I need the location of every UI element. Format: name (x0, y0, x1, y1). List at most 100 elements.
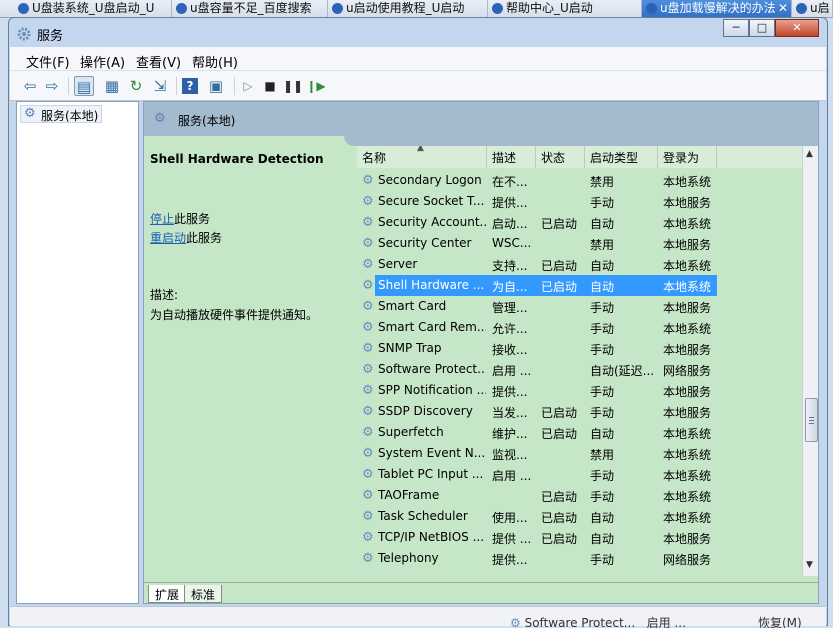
table-row[interactable]: ⚙ SSDP Discovery 当发... 已启动 手动 本地服务 (357, 401, 802, 422)
tab-standard[interactable]: 标准 (184, 585, 223, 603)
export-list-icon[interactable]: ⇲ (150, 76, 170, 96)
tab-extended[interactable]: 扩展 (148, 585, 187, 603)
browser-tab[interactable]: U盘装系统_U盘启动_U (14, 0, 172, 18)
cell-status: 已启动 (541, 217, 578, 231)
view-panel-icon[interactable]: ▣ (206, 76, 226, 96)
table-row[interactable]: ⚙ System Event N... 监视... 禁用 本地系统 (357, 443, 802, 464)
pause-service-icon[interactable]: ❚❚ (283, 76, 303, 96)
browser-tab[interactable]: u盘容量不足_百度搜索 (172, 0, 328, 18)
column-header-name[interactable]: ▲ 名称 (357, 146, 487, 168)
toolbar-separator (68, 77, 69, 95)
table-row[interactable]: ⚙ Secure Socket T... 提供... 手动 本地服务 (357, 191, 802, 212)
column-header-logon[interactable]: 登录为 (658, 146, 717, 168)
tree-item-services-local[interactable]: ⚙ 服务(本地) (20, 105, 103, 123)
table-row[interactable]: ⚙ Superfetch 维护... 已启动 自动 本地系统 (357, 422, 802, 443)
service-gear-icon: ⚙ (362, 425, 374, 440)
table-row[interactable]: ⚙ Security Center WSC... 禁用 本地服务 (357, 233, 802, 254)
table-row[interactable]: ⚙ Tablet PC Input ... 启用 ... 手动 本地系统 (357, 464, 802, 485)
cell-logon: 本地服务 (663, 301, 712, 315)
browser-tab-active[interactable]: u盘加载慢解决的办法 ✕ (642, 0, 792, 18)
browser-tab-label: U盘装系统_U盘启动_U (32, 1, 155, 15)
maximize-button[interactable]: □ (749, 19, 775, 37)
service-gear-icon: ⚙ (362, 236, 374, 251)
scroll-grip (809, 423, 814, 424)
back-arrow-icon[interactable]: ⇦ (20, 76, 40, 96)
cell-name: Tablet PC Input ... (378, 467, 484, 481)
cell-name: TCP/IP NetBIOS ... (378, 530, 485, 544)
column-header-label: 描述 (492, 151, 517, 165)
cell-desc: 提供 ... (492, 532, 532, 546)
cell-logon: 本地系统 (663, 448, 712, 462)
table-row[interactable]: ⚙ Software Protect... 启用 ... 自动(延迟... 网络服务 (357, 359, 802, 380)
table-row[interactable]: ⚙ SPP Notification ... 提供... 手动 本地服务 (357, 380, 802, 401)
close-button[interactable]: ✕ (775, 19, 819, 37)
column-header-desc[interactable]: 描述 (487, 146, 536, 168)
column-header-status[interactable]: 状态 (536, 146, 585, 168)
cell-name: Secondary Logon (378, 173, 482, 187)
stop-service-link[interactable]: 停止 (150, 212, 174, 226)
service-gear-icon: ⚙ (362, 362, 374, 377)
column-header-label: 状态 (541, 151, 566, 165)
tree-item-label: 服务(本地) (41, 109, 99, 123)
services-gear-icon (17, 27, 31, 41)
properties-icon[interactable]: ▦ (102, 76, 122, 96)
browser-tab-label: u盘容量不足_百度搜索 (190, 1, 312, 15)
site-favicon-icon (332, 3, 343, 14)
cell-status: 已启动 (541, 490, 578, 504)
help-icon[interactable]: ? (182, 78, 198, 94)
table-row[interactable]: ⚙ TCP/IP NetBIOS ... 提供 ... 已启动 自动 本地服务 (357, 527, 802, 548)
cell-logon: 本地系统 (663, 259, 712, 273)
browser-tab[interactable]: u启 (792, 0, 833, 18)
title-bar[interactable]: 服务 ─ □ ✕ (9, 18, 827, 46)
browser-tab[interactable]: u启动使用教程_U启动 (328, 0, 488, 18)
tab-close-icon[interactable]: ✕ (778, 0, 788, 17)
minimize-button[interactable]: ─ (723, 19, 749, 37)
cell-desc: 监视... (492, 448, 528, 462)
show-hide-tree-icon[interactable]: ▤ (74, 76, 94, 96)
start-service-icon[interactable]: ▷ (238, 76, 258, 96)
stop-service-icon[interactable]: ■ (260, 76, 280, 96)
window-controls: ─ □ ✕ (723, 19, 819, 37)
table-row-selected[interactable]: ⚙ Shell Hardware ... 为自... 已启动 自动 本地系统 (357, 275, 802, 296)
table-row[interactable]: ⚙ Smart Card Rem... 允许... 手动 本地系统 (357, 317, 802, 338)
restart-service-icon[interactable]: ❙▶ (306, 76, 326, 96)
scroll-thumb[interactable] (805, 398, 818, 442)
table-row[interactable]: ⚙ TAOFrame 已启动 手动 本地系统 (357, 485, 802, 506)
table-row[interactable]: ⚙ SNMP Trap 接收... 手动 本地服务 (357, 338, 802, 359)
table-row[interactable]: ⚙ Task Scheduler 使用... 已启动 自动 本地系统 (357, 506, 802, 527)
cell-startup: 手动 (590, 469, 615, 483)
cell-name: SNMP Trap (378, 341, 442, 355)
cell-desc: 提供... (492, 196, 528, 210)
table-row[interactable]: ⚙ Security Account... 启动... 已启动 自动 本地系统 (357, 212, 802, 233)
cell-name: System Event N... (378, 446, 486, 460)
cell-logon: 本地系统 (663, 427, 712, 441)
column-header-startup[interactable]: 启动类型 (585, 146, 658, 168)
restart-service-link[interactable]: 重启动 (150, 231, 186, 245)
cell-startup: 自动 (590, 280, 615, 294)
table-row[interactable]: ⚙ Smart Card 管理... 手动 本地服务 (357, 296, 802, 317)
stop-suffix: 此服务 (174, 212, 211, 226)
vertical-scrollbar[interactable]: ▲ ▼ (802, 146, 818, 576)
table-row[interactable]: ⚙ Server 支持... 已启动 自动 本地系统 (357, 254, 802, 275)
browser-tab[interactable]: 帮助中心_U启动 (488, 0, 642, 18)
menu-view[interactable]: 查看(V) (136, 52, 181, 71)
cell-desc: 接收... (492, 343, 528, 357)
service-gear-icon: ⚙ (362, 215, 374, 230)
refresh-icon[interactable]: ↻ (126, 76, 146, 96)
table-row[interactable]: ⚙ Secondary Logon 在不... 禁用 本地系统 (357, 170, 802, 191)
scroll-up-icon[interactable]: ▲ (806, 149, 813, 159)
cell-name: Security Account... (378, 215, 486, 229)
forward-arrow-icon[interactable]: ⇨ (42, 76, 62, 96)
view-tabs: 扩展 标准 (144, 582, 818, 603)
menu-help[interactable]: 帮助(H) (192, 52, 238, 71)
restart-suffix: 此服务 (186, 231, 223, 245)
menu-action[interactable]: 操作(A) (80, 52, 125, 71)
table-row[interactable]: ⚙ Telephony 提供... 手动 网络服务 (357, 548, 802, 569)
cell-logon: 本地服务 (663, 532, 712, 546)
stop-action: 停止此服务 (150, 210, 210, 227)
cell-startup: 禁用 (590, 238, 615, 252)
selected-service-title: Shell Hardware Detection (150, 152, 324, 166)
menu-file[interactable]: 文件(F) (26, 52, 70, 71)
scroll-down-icon[interactable]: ▼ (806, 560, 813, 570)
toolbar-separator (176, 77, 177, 95)
